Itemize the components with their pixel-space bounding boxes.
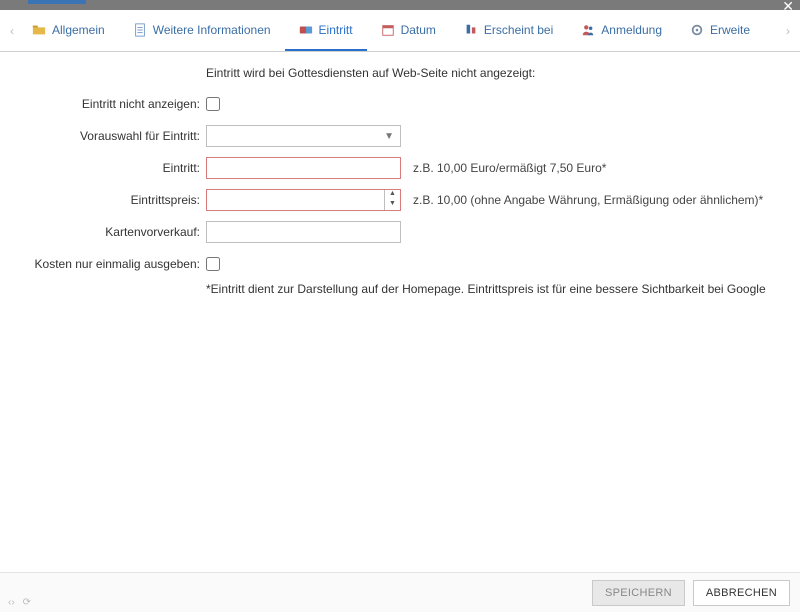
tab-label: Datum: [401, 23, 436, 37]
close-icon[interactable]: ✕: [782, 0, 794, 15]
titlebar-accent: [28, 0, 86, 4]
select-vorauswahl-eintritt[interactable]: ▼: [206, 125, 401, 147]
tab-strip: ‹ Allgemein Weitere Informationen Eintri…: [0, 10, 800, 52]
tab-erweitert[interactable]: Erweite: [676, 10, 764, 51]
form-footnote: *Eintritt dient zur Darstellung auf der …: [206, 282, 792, 296]
chevron-down-icon: ▼: [384, 131, 394, 142]
label-eintritt: Eintritt:: [8, 161, 206, 175]
label-kartenvorverkauf: Kartenvorverkauf:: [8, 225, 206, 239]
tabs-scroll-right-icon[interactable]: ›: [782, 24, 794, 38]
save-button[interactable]: SPEICHERN: [592, 580, 685, 606]
document-icon: [133, 23, 147, 37]
hint-eintritt: z.B. 10,00 Euro/ermäßigt 7,50 Euro*: [413, 161, 606, 175]
tab-label: Anmeldung: [601, 23, 662, 37]
tab-eintritt[interactable]: Eintritt: [285, 10, 367, 51]
folder-icon: [32, 23, 46, 37]
label-kosten-einmalig: Kosten nur einmalig ausgeben:: [8, 257, 206, 271]
checkbox-kosten-einmalig[interactable]: [206, 257, 220, 271]
tab-label: Allgemein: [52, 23, 105, 37]
tab-erscheint-bei[interactable]: Erscheint bei: [450, 10, 567, 51]
tabs-container: Allgemein Weitere Informationen Eintritt…: [18, 10, 782, 51]
cancel-button[interactable]: ABBRECHEN: [693, 580, 790, 606]
form-panel: Eintritt wird bei Gottesdiensten auf Web…: [0, 52, 800, 296]
tab-anmeldung[interactable]: Anmeldung: [567, 10, 676, 51]
people-icon: [581, 23, 595, 37]
hint-eintrittspreis: z.B. 10,00 (ohne Angabe Währung, Ermäßig…: [413, 193, 763, 207]
input-eintrittspreis-value[interactable]: [207, 190, 384, 210]
tab-allgemein[interactable]: Allgemein: [18, 10, 119, 51]
spinner-eintrittspreis[interactable]: ▲ ▼: [206, 189, 401, 211]
tabs-scroll-left-icon[interactable]: ‹: [6, 24, 18, 38]
tab-label: Erscheint bei: [484, 23, 553, 37]
tab-weitere-informationen[interactable]: Weitere Informationen: [119, 10, 285, 51]
code-icon[interactable]: ‹›: [8, 597, 15, 608]
status-bar: ‹› ⟳: [8, 597, 31, 608]
label-eintritt-nicht-anzeigen: Eintritt nicht anzeigen:: [8, 97, 206, 111]
form-intro-text: Eintritt wird bei Gottesdiensten auf Web…: [206, 66, 792, 80]
spinner-down-icon[interactable]: ▼: [385, 200, 400, 210]
tab-label: Weitere Informationen: [153, 23, 271, 37]
spinner-up-icon[interactable]: ▲: [385, 190, 400, 200]
tab-datum[interactable]: Datum: [367, 10, 450, 51]
gear-icon: [690, 23, 704, 37]
pin-icon: [464, 23, 478, 37]
label-vorauswahl: Vorauswahl für Eintritt:: [8, 129, 206, 143]
calendar-icon: [381, 23, 395, 37]
dialog-footer: SPEICHERN ABBRECHEN: [0, 572, 800, 612]
label-eintrittspreis: Eintrittspreis:: [8, 193, 206, 207]
input-eintritt[interactable]: [206, 157, 401, 179]
tab-label: Eintritt: [319, 23, 353, 37]
tab-label: Erweite: [710, 23, 750, 37]
checkbox-eintritt-nicht-anzeigen[interactable]: [206, 97, 220, 111]
dialog-titlebar: ✕: [0, 0, 800, 10]
input-kartenvorverkauf[interactable]: [206, 221, 401, 243]
refresh-icon[interactable]: ⟳: [23, 597, 31, 608]
ticket-icon: [299, 23, 313, 37]
